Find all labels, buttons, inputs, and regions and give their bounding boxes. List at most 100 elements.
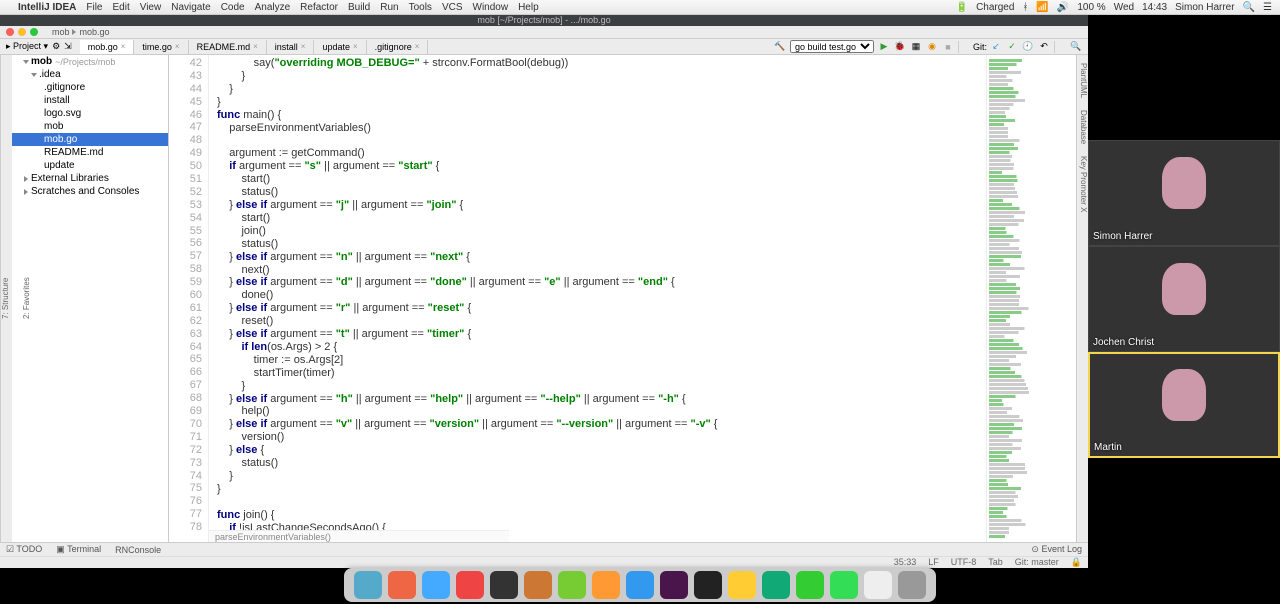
- menu-code[interactable]: Code: [221, 2, 245, 13]
- video-tile-simon-harrer[interactable]: Simon Harrer: [1088, 140, 1280, 246]
- breadcrumb-file[interactable]: mob.go: [80, 27, 110, 37]
- editor-tab-READMEmd[interactable]: README.md×: [189, 40, 267, 54]
- editor-tab-update[interactable]: update×: [314, 40, 366, 54]
- menu-edit[interactable]: Edit: [112, 2, 129, 13]
- close-icon[interactable]: ×: [253, 42, 258, 51]
- code-minimap[interactable]: [986, 55, 1076, 542]
- menu-view[interactable]: View: [140, 2, 162, 13]
- file-encoding[interactable]: UTF-8: [951, 557, 977, 568]
- menu-refactor[interactable]: Refactor: [300, 2, 338, 13]
- video-tile-jochen-christ[interactable]: Jochen Christ: [1088, 246, 1280, 352]
- tree-item-READMEmd[interactable]: README.md: [12, 146, 168, 159]
- dock-app-textedit[interactable]: [864, 571, 892, 599]
- git-revert-icon[interactable]: ↶: [1038, 41, 1050, 53]
- code-editor[interactable]: 4243444546474849505152535455565758596061…: [169, 55, 986, 542]
- tree-scratch[interactable]: Scratches and Consoles: [12, 185, 168, 198]
- tree-item-gitignore[interactable]: .gitignore: [12, 81, 168, 94]
- close-icon[interactable]: ×: [301, 42, 306, 51]
- close-icon[interactable]: ×: [415, 42, 420, 51]
- editor-tab-gitignore[interactable]: .gitignore×: [367, 40, 429, 54]
- line-separator[interactable]: LF: [928, 557, 939, 568]
- rnconsole-tool-button[interactable]: RNConsole: [115, 545, 161, 555]
- dock-app-messages[interactable]: [830, 571, 858, 599]
- git-history-icon[interactable]: 🕘: [1022, 41, 1034, 53]
- line-gutter[interactable]: 4243444546474849505152535455565758596061…: [169, 55, 209, 542]
- traffic-max-icon[interactable]: [30, 28, 38, 36]
- tree-item-logosvg[interactable]: logo.svg: [12, 107, 168, 120]
- todo-tool-button[interactable]: ☑ TODO: [6, 544, 42, 555]
- coverage-icon[interactable]: ▦: [910, 41, 922, 53]
- dock-app-finder[interactable]: [354, 571, 382, 599]
- indent-mode[interactable]: Tab: [988, 557, 1003, 568]
- volume-icon[interactable]: 🔊: [1057, 2, 1069, 13]
- terminal-tool-button[interactable]: ▣ Terminal: [56, 544, 101, 555]
- traffic-min-icon[interactable]: [18, 28, 26, 36]
- menu-vcs[interactable]: VCS: [442, 2, 463, 13]
- eventlog-tool-button[interactable]: ⊙ Event Log: [1031, 544, 1082, 555]
- menu-window[interactable]: Window: [473, 2, 509, 13]
- tree-ext[interactable]: External Libraries: [12, 172, 168, 185]
- tree-item-mob[interactable]: mob: [12, 120, 168, 133]
- run-icon[interactable]: ▶: [878, 41, 890, 53]
- git-update-icon[interactable]: ↙: [990, 41, 1002, 53]
- video-tile-martin[interactable]: Martin: [1088, 352, 1280, 458]
- search-icon[interactable]: 🔍: [1070, 41, 1082, 53]
- dock-app-excel[interactable]: [762, 571, 790, 599]
- profile-icon[interactable]: ◉: [926, 41, 938, 53]
- database-tool-button[interactable]: Database: [1077, 110, 1088, 144]
- collapse-icon[interactable]: ⇲: [64, 41, 72, 52]
- favorites-tool-button[interactable]: 2: Favorites: [22, 278, 31, 320]
- dock-app-appstore[interactable]: [626, 571, 654, 599]
- editor-tab-timego[interactable]: time.go×: [134, 40, 188, 54]
- menu-tools[interactable]: Tools: [409, 2, 432, 13]
- git-commit-icon[interactable]: ✓: [1006, 41, 1018, 53]
- build-icon[interactable]: 🔨: [774, 41, 786, 53]
- project-tool-label[interactable]: ▸ Project ▾: [6, 41, 48, 52]
- menu-navigate[interactable]: Navigate: [171, 2, 210, 13]
- dock-app-android[interactable]: [558, 571, 586, 599]
- editor-tab-install[interactable]: install×: [267, 40, 315, 54]
- dock-app-notes[interactable]: [728, 571, 756, 599]
- dock-app-safari[interactable]: [422, 571, 450, 599]
- app-name[interactable]: IntelliJ IDEA: [18, 2, 76, 13]
- close-icon[interactable]: ×: [353, 42, 358, 51]
- breadcrumb-root[interactable]: mob: [52, 27, 76, 37]
- menu-file[interactable]: File: [86, 2, 102, 13]
- close-icon[interactable]: ×: [175, 42, 180, 51]
- stop-icon[interactable]: ■: [942, 41, 954, 53]
- menu-run[interactable]: Run: [380, 2, 398, 13]
- code-area[interactable]: say("overriding MOB_DEBUG=" + strconv.Fo…: [209, 55, 986, 542]
- debug-icon[interactable]: 🐞: [894, 41, 906, 53]
- spotlight-icon[interactable]: 🔍: [1243, 2, 1255, 13]
- lock-icon[interactable]: 🔒: [1071, 557, 1082, 568]
- dock-app-intellij[interactable]: [694, 571, 722, 599]
- tree-root[interactable]: mob ~/Projects/mob: [12, 55, 168, 68]
- tree-item-install[interactable]: install: [12, 94, 168, 107]
- notification-icon[interactable]: ☰: [1263, 2, 1272, 13]
- menu-help[interactable]: Help: [518, 2, 539, 13]
- structure-tool-button[interactable]: 7: Structure: [1, 278, 10, 319]
- user-name[interactable]: Simon Harrer: [1175, 2, 1234, 13]
- tree-item-idea[interactable]: .idea: [12, 68, 168, 81]
- dock-app-terminal[interactable]: [490, 571, 518, 599]
- keypromoter-tool-button[interactable]: Key Promoter X: [1077, 156, 1088, 212]
- tree-item-update[interactable]: update: [12, 159, 168, 172]
- close-icon[interactable]: ×: [121, 42, 126, 51]
- editor-breadcrumb[interactable]: parseEnvironmentVariables(): [209, 530, 509, 542]
- wifi-icon[interactable]: 📶: [1036, 2, 1048, 13]
- project-tree[interactable]: mob ~/Projects/mob .idea.gitignoreinstal…: [12, 55, 168, 542]
- caret-position[interactable]: 35:33: [894, 557, 917, 568]
- dock-app-calendar[interactable]: [456, 571, 484, 599]
- dock-app-trash[interactable]: [898, 571, 926, 599]
- dock-app-preview[interactable]: [524, 571, 552, 599]
- plantuml-tool-button[interactable]: PlantUML: [1077, 63, 1088, 98]
- dock-app-chrome[interactable]: [388, 571, 416, 599]
- tree-item-mobgo[interactable]: mob.go: [12, 133, 168, 146]
- menu-build[interactable]: Build: [348, 2, 370, 13]
- dock-app-facetime[interactable]: [796, 571, 824, 599]
- dock-app-slack[interactable]: [660, 571, 688, 599]
- menu-analyze[interactable]: Analyze: [255, 2, 291, 13]
- bluetooth-icon[interactable]: ᚼ: [1022, 2, 1028, 13]
- dock-app-sublime[interactable]: [592, 571, 620, 599]
- settings-icon[interactable]: ⚙: [52, 41, 60, 52]
